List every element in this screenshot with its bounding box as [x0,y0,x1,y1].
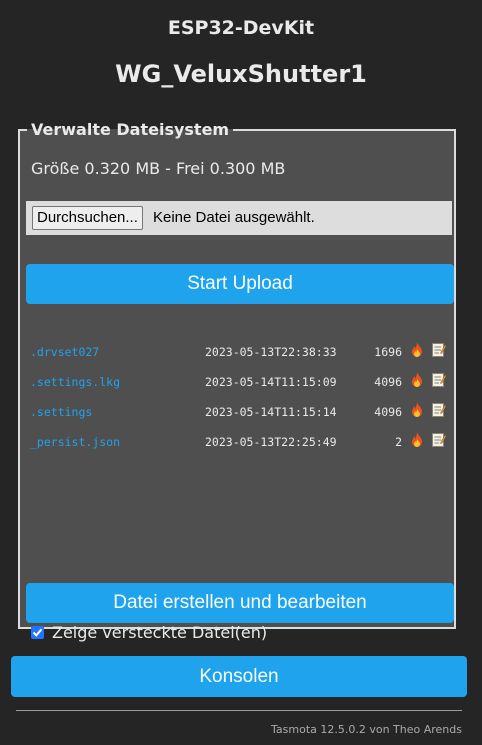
file-name-link[interactable]: .settings [30,405,92,419]
show-hidden-label[interactable]: Zeige versteckte Datei(en) [52,623,267,642]
fire-icon[interactable] [410,402,424,418]
file-size: 4096 [374,405,402,419]
filesystem-info: Größe 0.320 MB - Frei 0.300 MB [31,159,286,178]
file-size: 4096 [374,375,402,389]
create-edit-file-button[interactable]: Datei erstellen und bearbeiten [26,583,454,623]
checkmark-icon [32,628,43,637]
file-date: 2023-05-14T11:15:14 [205,405,337,419]
browse-button[interactable]: Durchsuchen... [32,206,143,230]
show-hidden-checkbox[interactable] [31,626,44,639]
footer-divider [16,710,462,711]
file-row: _persist.json 2023-05-13T22:25:49 2 [30,427,450,457]
file-date: 2023-05-13T22:38:33 [205,345,337,359]
file-name-link[interactable]: .drvset027 [30,345,99,359]
filesystem-panel: Verwalte Dateisystem Größe 0.320 MB - Fr… [18,120,456,642]
file-row: .drvset027 2023-05-13T22:38:33 1696 [30,337,450,367]
no-file-label: Keine Datei ausgewählt. [153,209,315,226]
fire-icon[interactable] [410,372,424,388]
file-date: 2023-05-13T22:25:49 [205,435,337,449]
file-date: 2023-05-14T11:15:09 [205,375,337,389]
start-upload-button[interactable]: Start Upload [26,264,454,304]
device-name: ESP32-DevKit [167,17,315,39]
file-name-link[interactable]: _persist.json [30,435,120,449]
console-button[interactable]: Konsolen [11,656,467,697]
file-size: 1696 [374,345,402,359]
file-row: .settings 2023-05-14T11:15:14 4096 [30,397,450,427]
file-row: .settings.lkg 2023-05-14T11:15:09 4096 [30,367,450,397]
edit-note-icon[interactable] [432,402,446,417]
edit-note-icon[interactable] [432,372,446,387]
file-input[interactable]: Durchsuchen... Keine Datei ausgewählt. [26,201,452,235]
file-name-link[interactable]: .settings.lkg [30,375,120,389]
footer-version: Tasmota 12.5.0.2 von Theo Arends [271,723,462,736]
edit-note-icon[interactable] [432,342,446,357]
file-size: 2 [395,435,402,449]
page-title: WG_VeluxShutter1 [115,60,367,88]
edit-note-icon[interactable] [432,432,446,447]
filesystem-legend: Verwalte Dateisystem [31,120,230,139]
fire-icon[interactable] [410,432,424,448]
file-list: .drvset027 2023-05-13T22:38:33 1696 .set… [30,337,450,457]
fire-icon[interactable] [410,342,424,358]
